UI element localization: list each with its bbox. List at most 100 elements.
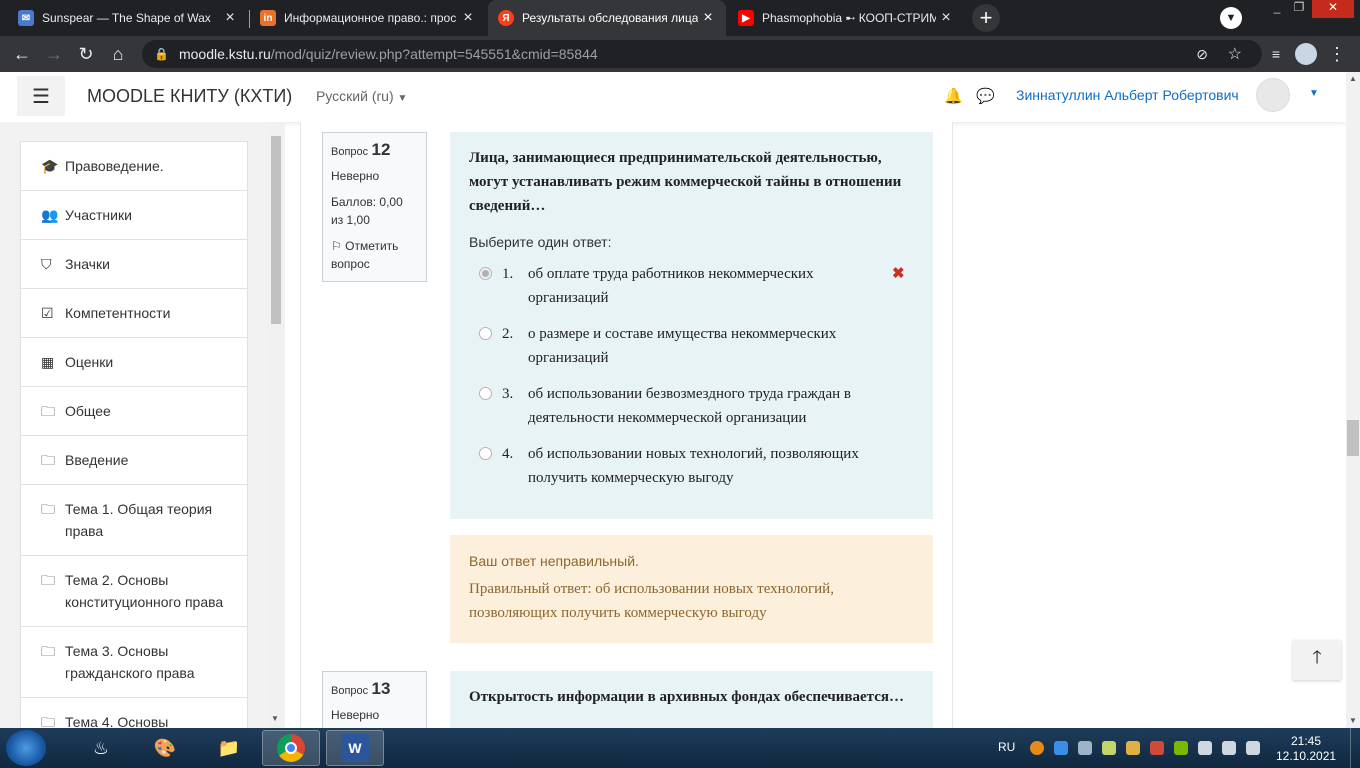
chrome-icon[interactable] — [262, 730, 320, 766]
answer-text: об использовании безвозмездного труда гр… — [528, 386, 851, 426]
keyboard-language[interactable]: RU — [998, 740, 1015, 754]
action-center-icon[interactable] — [1246, 741, 1260, 755]
back-to-top-button[interactable]: 🡑 — [1293, 640, 1341, 680]
language-menu[interactable]: Русский (ru) ▼ — [316, 88, 407, 104]
drawer-item-general[interactable]: 🗀 Общее — [20, 387, 248, 436]
new-tab-button[interactable]: + — [972, 4, 1000, 32]
drawer-item-topic-3[interactable]: 🗀 Тема 3. Основы гражданского права — [20, 627, 248, 698]
avast-tray-icon[interactable] — [1030, 741, 1044, 755]
paint-icon[interactable]: 🎨 — [136, 730, 194, 766]
close-icon[interactable]: × — [458, 9, 478, 27]
drawer-item-label: Общее — [65, 403, 111, 419]
caret-down-icon: ▼ — [397, 93, 408, 104]
drawer-item-label: Компетентности — [65, 305, 171, 321]
user-menu-name[interactable]: Зиннатуллин Альберт Робертович — [1016, 87, 1239, 103]
drawer-item-label: Участники — [65, 207, 132, 223]
tray-icon[interactable] — [1054, 741, 1068, 755]
tab-title: Информационное право.: прос — [284, 11, 457, 25]
profile-avatar[interactable] — [1295, 43, 1317, 65]
maximize-button[interactable]: ❐ — [1288, 0, 1310, 18]
radio-button[interactable] — [479, 327, 492, 340]
close-icon[interactable]: × — [698, 9, 718, 27]
answer-option[interactable]: 3. об использовании безвозмездного труда… — [469, 382, 914, 430]
scroll-down-arrow-icon[interactable]: ▼ — [271, 714, 279, 723]
radio-button-checked[interactable] — [479, 267, 492, 280]
avatar[interactable] — [1256, 78, 1290, 112]
answer-option[interactable]: 1. об оплате труда работников некоммерче… — [469, 262, 914, 310]
address-bar[interactable]: 🔒 moodle.kstu.ru/mod/quiz/review.php?att… — [142, 40, 1262, 68]
forward-icon[interactable]: → — [42, 42, 66, 66]
drawer-item-topic-2[interactable]: 🗀 Тема 2. Основы конституционного права — [20, 556, 248, 627]
message-icon[interactable]: 💬 — [976, 87, 995, 105]
drawer-item-topic-4[interactable]: 🗀 Тема 4. Основы — [20, 698, 248, 728]
drawer-item-participants[interactable]: 👥 Участники — [20, 191, 248, 240]
tray-icon[interactable] — [1102, 741, 1116, 755]
scroll-down-arrow-icon[interactable]: ▼ — [1349, 716, 1357, 725]
minimize-button[interactable]: _ — [1266, 0, 1288, 18]
tab-title: Результаты обследования лица, — [522, 11, 698, 25]
page-scrollbar-thumb[interactable] — [1347, 420, 1359, 456]
file-explorer-icon[interactable]: 📁 — [200, 730, 258, 766]
graduation-cap-icon: 🎓 — [41, 158, 59, 174]
tray-icon[interactable] — [1078, 741, 1092, 755]
tray-icon[interactable] — [1150, 741, 1164, 755]
answer-prompt: Выберите один ответ: — [469, 234, 612, 250]
drawer-item-course[interactable]: 🎓 Правоведение. — [20, 141, 248, 191]
close-icon[interactable]: × — [936, 9, 956, 27]
answer-option[interactable]: 2. о размере и составе имущества некомме… — [469, 322, 914, 370]
question-text: Лица, занимающиеся предпринимательской д… — [469, 150, 902, 214]
browser-tab[interactable]: ✉ Sunspear — The Shape of Wax × — [8, 0, 248, 36]
home-icon[interactable]: ⌂ — [106, 42, 130, 66]
show-desktop-button[interactable] — [1350, 728, 1360, 768]
drawer-item-grades[interactable]: ▦ Оценки — [20, 338, 248, 387]
drawer-item-intro[interactable]: 🗀 Введение — [20, 436, 248, 485]
answer-text: об оплате труда работников некоммерчески… — [528, 266, 814, 306]
radio-button[interactable] — [479, 387, 492, 400]
openedu-icon: in — [260, 10, 276, 26]
scroll-up-arrow-icon[interactable]: ▲ — [1349, 74, 1357, 83]
site-name[interactable]: MOODLE КНИТУ (КХТИ) — [87, 86, 292, 107]
volume-icon[interactable] — [1198, 741, 1212, 755]
yandex-icon: Я — [498, 10, 514, 26]
drawer-item-competencies[interactable]: ☑ Компетентности — [20, 289, 248, 338]
tab-search-icon[interactable]: ▼ — [1220, 7, 1242, 29]
drawer-toggle-button[interactable]: ☰ — [17, 76, 65, 116]
browser-tab[interactable]: in Информационное право.: прос × — [250, 0, 486, 36]
drawer-scrollbar[interactable]: ▼ — [268, 122, 284, 728]
word-icon[interactable]: W — [326, 730, 384, 766]
radio-button[interactable] — [479, 447, 492, 460]
menu-icon[interactable]: ⋮ — [1325, 42, 1349, 66]
drawer-item-label: Значки — [65, 256, 110, 272]
drawer-item-badges[interactable]: ⛉ Значки — [20, 240, 248, 289]
start-button[interactable] — [6, 730, 46, 766]
system-clock[interactable]: 21:45 12.10.2021 — [1276, 734, 1336, 764]
question-label: Вопрос — [331, 146, 369, 158]
network-icon[interactable] — [1222, 741, 1236, 755]
bell-icon[interactable]: 🔔 — [944, 87, 963, 105]
reading-list-icon[interactable]: ≡ — [1264, 42, 1288, 66]
star-icon[interactable]: ☆ — [1228, 44, 1242, 64]
question-text: Открытость информации в архивных фондах … — [469, 689, 904, 705]
caret-down-icon[interactable]: ▼ — [1309, 88, 1319, 99]
close-window-button[interactable]: ✕ — [1312, 0, 1354, 18]
flag-question-link[interactable]: ⚐ Отметить вопрос — [331, 237, 418, 273]
browser-tab-active[interactable]: Я Результаты обследования лица, × — [488, 0, 726, 36]
drawer-item-topic-1[interactable]: 🗀 Тема 1. Общая теория права — [20, 485, 248, 556]
page-scrollbar[interactable]: ▲ ▼ — [1346, 72, 1360, 728]
drawer-scrollbar-thumb[interactable] — [271, 136, 281, 324]
question-label: Вопрос — [331, 685, 369, 697]
language-label: Русский (ru) — [316, 88, 394, 104]
close-icon[interactable]: × — [220, 9, 240, 27]
nav-drawer: 🎓 Правоведение. 👥 Участники ⛉ Значки ☑ Компе… — [0, 122, 285, 728]
arrow-up-icon: 🡑 — [1312, 647, 1322, 667]
nvidia-tray-icon[interactable] — [1174, 741, 1188, 755]
tray-icon[interactable] — [1126, 741, 1140, 755]
answer-option[interactable]: 4. об использовании новых технологий, по… — [469, 442, 914, 490]
eye-slash-icon[interactable]: ⊘ — [1196, 46, 1208, 63]
back-icon[interactable]: ← — [10, 42, 34, 66]
browser-tab[interactable]: ▶ Phasmophobia ➸ КООП-СТРИМ × — [728, 0, 964, 36]
steam-icon[interactable]: ♨ — [72, 730, 130, 766]
folder-icon: 🗀 — [41, 501, 55, 517]
reload-icon[interactable]: ↻ — [74, 42, 98, 66]
drawer-item-label: Тема 4. Основы — [65, 714, 169, 728]
